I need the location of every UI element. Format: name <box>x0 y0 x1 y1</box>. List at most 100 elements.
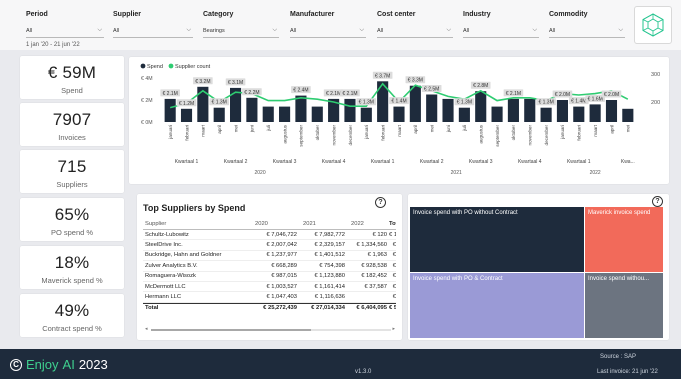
table-cell: € 2,007,042 <box>266 242 297 249</box>
help-icon[interactable]: ? <box>652 196 663 207</box>
chevron-down-icon: ⌵ <box>618 27 623 33</box>
table-cell: € 120 <box>372 231 387 238</box>
x-axis-quarter-label: Kwartaal 1 <box>175 159 199 165</box>
table-row[interactable]: Schultz-Lubowitz € 7,046,722 € 7,982,772 € … <box>143 230 396 241</box>
x-axis-month-label: oktober <box>315 125 320 141</box>
kpi-invoices: 7907 Invoices <box>20 103 124 146</box>
chevron-down-icon: ⌵ <box>532 27 537 33</box>
scroll-left-icon[interactable]: ◂ <box>145 326 148 332</box>
filter-select[interactable]: All ⌵ <box>463 24 539 38</box>
filter-period[interactable]: Period All ⌵ <box>26 11 104 41</box>
treemap-tile-maverick-spend[interactable]: Maverick invoice spend <box>585 207 663 272</box>
x-axis-quarter-label: Kwartaal 2 <box>420 159 444 165</box>
spend-bar <box>589 104 601 122</box>
help-icon[interactable]: ? <box>375 197 386 208</box>
x-axis-quarter-label: Kwartaal 3 <box>469 159 493 165</box>
data-label: € 2.5M <box>424 87 439 93</box>
filter-supplier[interactable]: Supplier All ⌵ <box>113 11 193 41</box>
table-cell: € <box>392 294 396 301</box>
filter-commodity[interactable]: Commodity All ⌵ <box>549 11 625 41</box>
x-axis-month-label: juni <box>446 125 451 133</box>
filter-industry[interactable]: Industry All ⌵ <box>463 11 539 41</box>
x-axis-quarter-label: Kwartaal 4 <box>322 159 346 165</box>
scroll-thumb[interactable] <box>151 329 311 331</box>
spend-bar <box>246 97 258 122</box>
brand-year: 2023 <box>78 357 108 372</box>
column-header[interactable]: Tot <box>389 221 396 227</box>
filter-select[interactable]: Bearings ⌵ <box>203 24 279 38</box>
filter-category[interactable]: Category Bearings ⌵ <box>203 11 279 41</box>
column-header[interactable]: 2021 <box>299 221 347 227</box>
spend-chart[interactable]: Spend Supplier count € 4M € 2M € 0M 300 200 € 2… <box>129 57 669 184</box>
spend-bar <box>180 108 193 122</box>
filter-select[interactable]: All ⌵ <box>26 24 104 38</box>
data-label: € 1.3M <box>359 100 374 106</box>
table-row[interactable]: Buckridge, Hahn and Goldner € 1,237,977 € … <box>143 251 396 262</box>
data-label: € 1.6M <box>587 96 602 102</box>
table-cell: € 928,538 <box>361 262 387 269</box>
spend-bar <box>213 107 225 122</box>
table-row[interactable]: McDermott LLC € 1,003,527 € 1,161,414 € 37,… <box>143 282 396 293</box>
kpi-value: € 59M <box>47 63 97 82</box>
x-axis-month-label: januari <box>168 125 173 140</box>
x-axis-month-label: december <box>348 125 353 146</box>
filter-bar: Period All ⌵ Supplier All ⌵ Category Beari… <box>0 0 681 50</box>
treemap-tile-without-po[interactable]: Invoice spend withou... <box>585 273 663 338</box>
data-label: € 2.0M <box>555 92 570 98</box>
filter-select[interactable]: All ⌵ <box>549 24 625 38</box>
filter-manufacturer[interactable]: Manufacturer All ⌵ <box>290 11 366 41</box>
x-axis-month-label: januari <box>364 125 369 140</box>
y-axis-tick: € 4M <box>141 76 153 82</box>
table-cell: € 1,334,560 <box>356 242 387 249</box>
x-axis-month-label: maart <box>201 124 206 136</box>
chevron-down-icon: ⌵ <box>186 27 191 33</box>
column-header[interactable]: 2022 <box>347 221 389 227</box>
kpi-label: Maverick spend % <box>41 276 103 285</box>
table-cell: € 37,587 <box>364 283 387 290</box>
treemap-tile-po-without-contract[interactable]: Invoice spend with PO without Contract <box>410 207 584 272</box>
treemap-tile-po-and-contract[interactable]: Invoice spend with PO & Contract <box>410 273 584 338</box>
data-label: € 1.3M <box>457 100 472 106</box>
table-cell: € <box>392 252 396 259</box>
filter-select[interactable]: All ⌵ <box>377 24 453 38</box>
x-axis-month-label: april <box>217 125 222 134</box>
chevron-down-icon: ⌵ <box>272 27 277 33</box>
filter-cost-center[interactable]: Cost center All ⌵ <box>377 11 453 41</box>
x-axis-month-label: augustus <box>479 124 484 143</box>
table-cell: € 1 <box>389 231 396 238</box>
table-cell: € 7,046,722 <box>266 231 297 238</box>
table-row[interactable]: Romaguera-Wisozk € 987,015 € 1,123,880 € 18… <box>143 272 396 282</box>
table-cell: € <box>392 273 396 280</box>
horizontal-scrollbar[interactable]: ◂ ▸ <box>145 326 395 332</box>
x-axis-month-label: november <box>331 125 336 146</box>
table-cell: € 1,161,414 <box>314 283 345 290</box>
filter-select[interactable]: All ⌵ <box>113 24 193 38</box>
x-axis-month-label: juli <box>266 125 271 132</box>
table-cell: € 1,401,512 <box>314 252 345 259</box>
table-row[interactable]: Zulver Analytics B.V. € 668,289 € 754,398 €… <box>143 261 396 272</box>
table-cell: Hermann LLC <box>145 294 182 301</box>
table-cell: Zulver Analytics B.V. <box>145 262 198 269</box>
spend-bar <box>393 106 405 122</box>
column-header[interactable]: 2020 <box>251 221 299 227</box>
scroll-right-icon[interactable]: ▸ <box>392 326 395 332</box>
table-row[interactable]: Hermann LLC € 1,047,403 € 1,116,636 € <box>143 292 396 303</box>
data-label: € 1.2M <box>179 101 194 107</box>
data-label: € 1.4M <box>571 99 586 105</box>
filter-label: Supplier <box>113 11 142 18</box>
x-axis-quarter-label: Kwartaal 4 <box>518 159 542 165</box>
x-axis-month-label: mei <box>233 125 238 132</box>
x-axis-month-label: december <box>544 125 549 146</box>
data-label: € 2.8M <box>473 83 488 89</box>
x-axis-month-label: april <box>609 125 614 134</box>
filter-select[interactable]: All ⌵ <box>290 24 366 38</box>
kpi-contract-spend: 49% Contract spend % <box>20 294 124 337</box>
logo-cube-icon <box>634 6 672 44</box>
kpi-spend: € 59M Spend <box>20 56 124 99</box>
spend-bar <box>475 91 487 122</box>
x-axis-month-label: maart <box>593 124 598 136</box>
table-row[interactable]: SteelDrive Inc. € 2,007,042 € 2,329,157 € 1… <box>143 240 396 251</box>
data-label: € 2.0M <box>604 92 619 98</box>
x-axis-year-label: 2021 <box>451 170 462 176</box>
column-header[interactable]: Supplier <box>143 221 251 227</box>
